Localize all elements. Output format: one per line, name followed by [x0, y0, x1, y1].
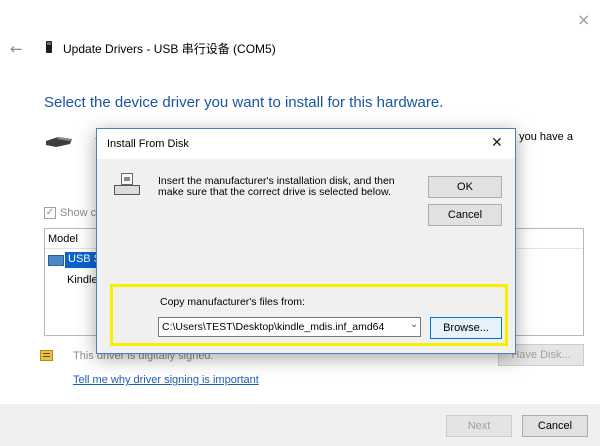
wizard-footer: Next Cancel — [0, 404, 600, 446]
dialog-titlebar[interactable]: Install From Disk ✕ — [97, 129, 515, 159]
dialog-instruction: Insert the manufacturer's installation d… — [158, 175, 395, 198]
show-compatible-checkbox[interactable]: ✓ — [44, 207, 56, 219]
cancel-button[interactable]: Cancel — [522, 415, 588, 437]
driver-icon — [48, 255, 64, 266]
next-button[interactable]: Next — [446, 415, 512, 437]
dialog-cancel-button[interactable]: Cancel — [428, 204, 502, 226]
close-icon[interactable]: × — [577, 10, 590, 29]
list-item[interactable]: Kindle — [67, 274, 98, 286]
copy-files-label: Copy manufacturer's files from: — [160, 296, 305, 308]
model-header-label: Model — [48, 233, 78, 245]
usb-device-icon — [46, 41, 52, 53]
browse-button[interactable]: Browse... — [430, 317, 502, 339]
source-path-combobox[interactable]: C:\Users\TEST\Desktop\kindle_mdis.inf_am… — [158, 317, 421, 337]
driver-signing-link[interactable]: Tell me why driver signing is important — [73, 374, 259, 386]
dialog-title: Install From Disk — [107, 138, 189, 150]
wizard-title: Update Drivers - USB 串行设备 (COM5) — [63, 42, 276, 56]
back-arrow-icon[interactable]: ← — [10, 40, 23, 58]
disk-drive-icon — [114, 173, 140, 195]
description-text-partial-right: f you have a — [513, 131, 573, 143]
page-heading: Select the device driver you want to ins… — [44, 94, 444, 111]
install-from-disk-dialog: Install From Disk ✕ Insert the manufactu… — [96, 128, 516, 354]
certificate-icon — [40, 350, 53, 361]
dropdown-chevron-icon[interactable]: ⌄ — [410, 319, 418, 330]
ok-button[interactable]: OK — [428, 176, 502, 198]
show-compatible-label: Show c — [60, 207, 97, 219]
printer-device-icon — [46, 137, 72, 147]
dialog-close-icon[interactable]: ✕ — [491, 135, 503, 151]
